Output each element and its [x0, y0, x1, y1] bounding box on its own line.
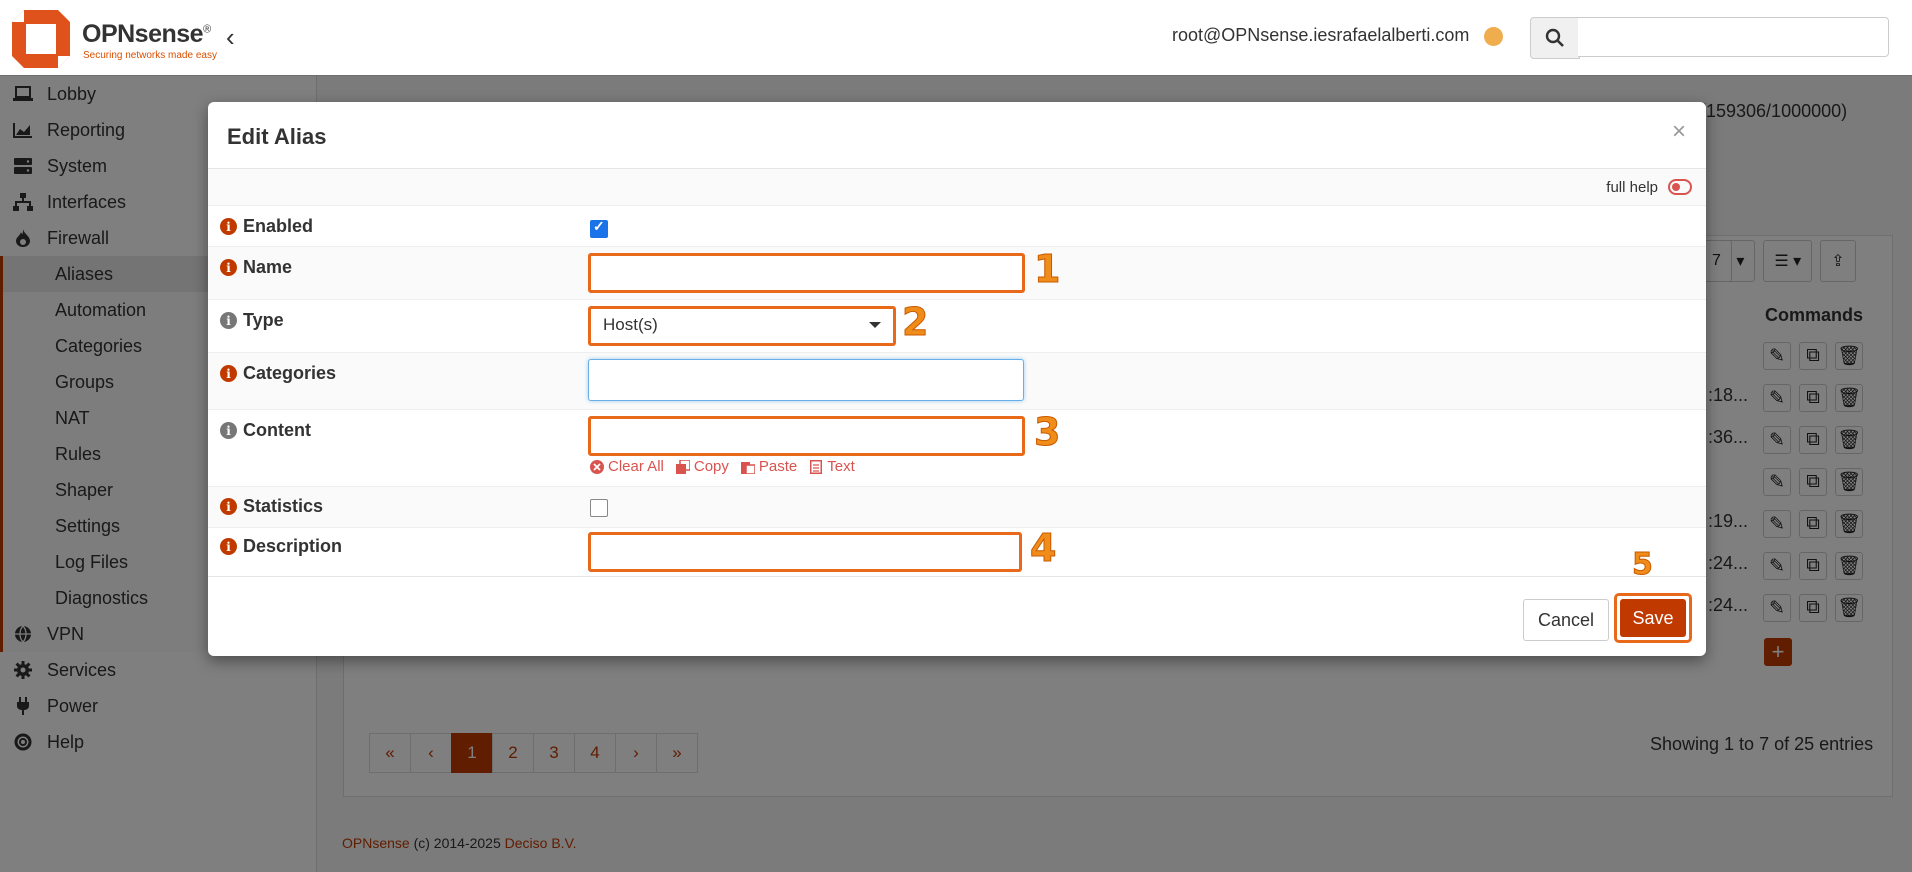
search-icon — [1545, 28, 1564, 47]
row-statistics: i Statistics — [208, 487, 1706, 528]
content-tools: Clear All Copy Paste Text — [590, 458, 855, 475]
annotation-4: 4 — [1029, 526, 1057, 571]
field-label: i Description — [220, 536, 342, 557]
logo-tagline: Securing networks made easy — [83, 50, 217, 61]
paste-button[interactable]: Paste — [740, 458, 797, 475]
categories-input[interactable] — [588, 359, 1024, 401]
save-highlight: Save — [1614, 593, 1692, 643]
field-label: i Statistics — [220, 496, 323, 517]
statistics-checkbox[interactable] — [590, 499, 608, 517]
annotation-3: 3 — [1033, 410, 1061, 455]
content-input[interactable] — [588, 416, 1025, 456]
info-icon[interactable]: i — [220, 312, 237, 329]
dialog-footer: 5 Cancel Save — [208, 547, 1706, 657]
dialog-title: Edit Alias — [227, 124, 327, 149]
annotation-2: 2 — [901, 300, 929, 345]
close-icon[interactable]: × — [1672, 118, 1686, 146]
info-icon[interactable]: i — [220, 498, 237, 515]
copy-icon — [675, 459, 690, 474]
paste-icon — [740, 460, 755, 474]
copy-button[interactable]: Copy — [675, 458, 729, 475]
help-bar: full help — [208, 169, 1706, 206]
times-circle-icon — [590, 459, 604, 474]
search-input[interactable] — [1578, 17, 1889, 57]
field-label: i Content — [220, 420, 311, 441]
chevron-down-icon — [869, 322, 881, 328]
info-icon[interactable]: i — [220, 538, 237, 555]
name-input[interactable] — [588, 253, 1025, 293]
field-label: i Enabled — [220, 216, 313, 237]
file-text-icon — [809, 459, 823, 474]
info-icon[interactable]: i — [220, 218, 237, 235]
description-input[interactable] — [588, 532, 1022, 572]
full-help-toggle[interactable] — [1668, 179, 1692, 195]
row-type: i Type Host(s) 2 — [208, 300, 1706, 353]
field-label: i Type — [220, 310, 284, 331]
logo-text: OPNsense® — [82, 20, 211, 48]
field-label: i Name — [220, 257, 292, 278]
full-help-label: full help — [1606, 179, 1658, 196]
row-content: i Content 3 — [208, 410, 1706, 487]
info-icon[interactable]: i — [220, 365, 237, 382]
enabled-checkbox[interactable] — [590, 218, 608, 238]
sidebar-collapse-icon[interactable]: ‹ — [226, 22, 235, 53]
field-label: i Categories — [220, 363, 336, 384]
info-icon[interactable]: i — [220, 422, 237, 439]
row-description: i Description 4 — [208, 526, 1706, 576]
row-enabled: i Enabled — [208, 206, 1706, 247]
search-button[interactable] — [1530, 17, 1580, 59]
dialog-header: Edit Alias × — [208, 102, 1706, 169]
info-icon[interactable]: i — [220, 259, 237, 276]
type-select[interactable]: Host(s) — [588, 306, 896, 346]
clear-all-button[interactable]: Clear All — [590, 458, 664, 475]
opnsense-logo-icon[interactable] — [10, 8, 72, 70]
status-dot-icon[interactable] — [1484, 27, 1503, 46]
cancel-button[interactable]: Cancel — [1523, 599, 1609, 641]
user-label[interactable]: root@OPNsense.iesrafaelalberti.com — [1172, 25, 1469, 46]
annotation-1: 1 — [1033, 247, 1061, 292]
annotation-5: 5 — [1632, 547, 1654, 583]
text-button[interactable]: Text — [809, 458, 855, 475]
top-header: OPNsense® Securing networks made easy ‹ … — [0, 0, 1912, 76]
row-categories: i Categories — [208, 353, 1706, 410]
save-button[interactable]: Save — [1620, 599, 1686, 637]
row-name: i Name 1 — [208, 247, 1706, 300]
edit-alias-dialog: Edit Alias × full help iEnabled iName 1 … — [208, 102, 1706, 656]
